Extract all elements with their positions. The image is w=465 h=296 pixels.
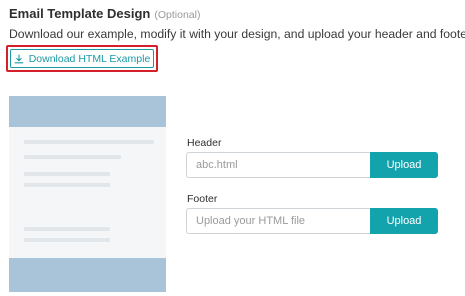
footer-label: Footer bbox=[187, 193, 218, 205]
optional-tag: (Optional) bbox=[154, 9, 201, 21]
preview-footer-band bbox=[9, 258, 166, 292]
preview-line bbox=[24, 238, 110, 242]
download-icon bbox=[14, 53, 24, 64]
download-button-label: Download HTML Example bbox=[28, 52, 151, 65]
section-title: Email Template Design (Optional) bbox=[9, 6, 200, 21]
footer-upload-button[interactable]: Upload bbox=[370, 208, 438, 234]
preview-line bbox=[24, 183, 110, 187]
preview-line bbox=[24, 140, 154, 144]
preview-line bbox=[24, 227, 110, 231]
header-file-input[interactable]: abc.html bbox=[186, 152, 371, 178]
header-label: Header bbox=[187, 137, 222, 149]
preview-header-band bbox=[9, 96, 166, 127]
footer-file-input[interactable]: Upload your HTML file bbox=[186, 208, 371, 234]
preview-line bbox=[24, 172, 110, 176]
section-description: Download our example, modify it with you… bbox=[9, 27, 465, 41]
template-preview bbox=[9, 96, 166, 292]
section-title-text: Email Template Design bbox=[9, 6, 151, 21]
preview-line bbox=[24, 155, 121, 159]
header-upload-button[interactable]: Upload bbox=[370, 152, 438, 178]
download-html-example-button[interactable]: Download HTML Example bbox=[10, 49, 154, 68]
